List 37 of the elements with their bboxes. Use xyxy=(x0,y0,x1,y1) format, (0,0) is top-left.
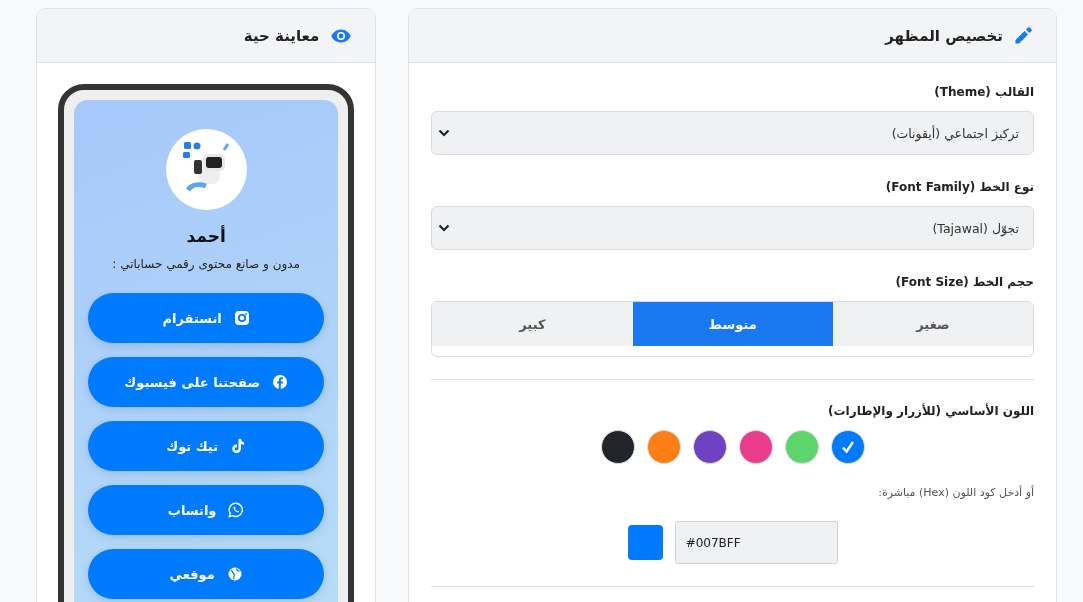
globe-icon xyxy=(226,566,243,582)
social-link-button[interactable]: واتساب xyxy=(88,485,325,535)
color-swatch[interactable] xyxy=(600,430,635,464)
font-size-option[interactable]: متوسط xyxy=(632,302,833,346)
font-family-select[interactable]: تجوّل (Tajawal) xyxy=(431,206,1034,250)
profile-name: أحمد xyxy=(186,226,226,246)
color-swatch[interactable] xyxy=(692,430,727,464)
instagram-icon xyxy=(233,310,250,326)
font-size-option[interactable]: صغير xyxy=(832,302,1033,346)
check-icon xyxy=(840,440,855,454)
social-link-button[interactable]: انستقرام xyxy=(88,293,325,343)
color-swatch[interactable] xyxy=(830,430,865,464)
whatsapp-icon xyxy=(228,502,245,518)
color-picker[interactable] xyxy=(627,525,663,560)
font-size-option[interactable]: كبير xyxy=(432,302,633,346)
social-link-button[interactable]: صفحتنا على فيسبوك xyxy=(88,357,325,407)
social-link-button[interactable]: تيك توك xyxy=(88,421,325,471)
panel-title: تخصيص المظهر xyxy=(885,26,1003,45)
chevron-down-icon xyxy=(438,224,451,232)
hex-hint: أو أدخل كود اللون (Hex) مباشرة: xyxy=(877,486,1034,499)
pencil-icon xyxy=(1015,27,1032,44)
color-swatch[interactable] xyxy=(784,430,819,464)
field-label: حجم الخط (Font Size) xyxy=(894,275,1034,289)
tiktok-icon xyxy=(230,438,247,454)
hex-input[interactable]: #007BFF xyxy=(674,521,838,564)
theme-select[interactable]: تركيز اجتماعي (أيقونات) xyxy=(431,111,1034,155)
field-label: نوع الخط (Font Family) xyxy=(884,180,1034,194)
eye-icon xyxy=(331,28,352,43)
facebook-icon xyxy=(271,374,288,390)
field-label: القالب (Theme) xyxy=(933,85,1034,99)
color-swatch[interactable] xyxy=(738,430,773,464)
social-link-button[interactable]: موقعي xyxy=(88,549,325,599)
profile-bio: مدون و صانع محتوى رقمي حساباتي : xyxy=(112,257,300,271)
field-label: اللون الأساسي (للأزرار والإطارات) xyxy=(827,404,1034,418)
color-swatch[interactable] xyxy=(646,430,681,464)
chevron-down-icon xyxy=(438,129,451,137)
panel-title: معاينة حية xyxy=(243,26,320,45)
